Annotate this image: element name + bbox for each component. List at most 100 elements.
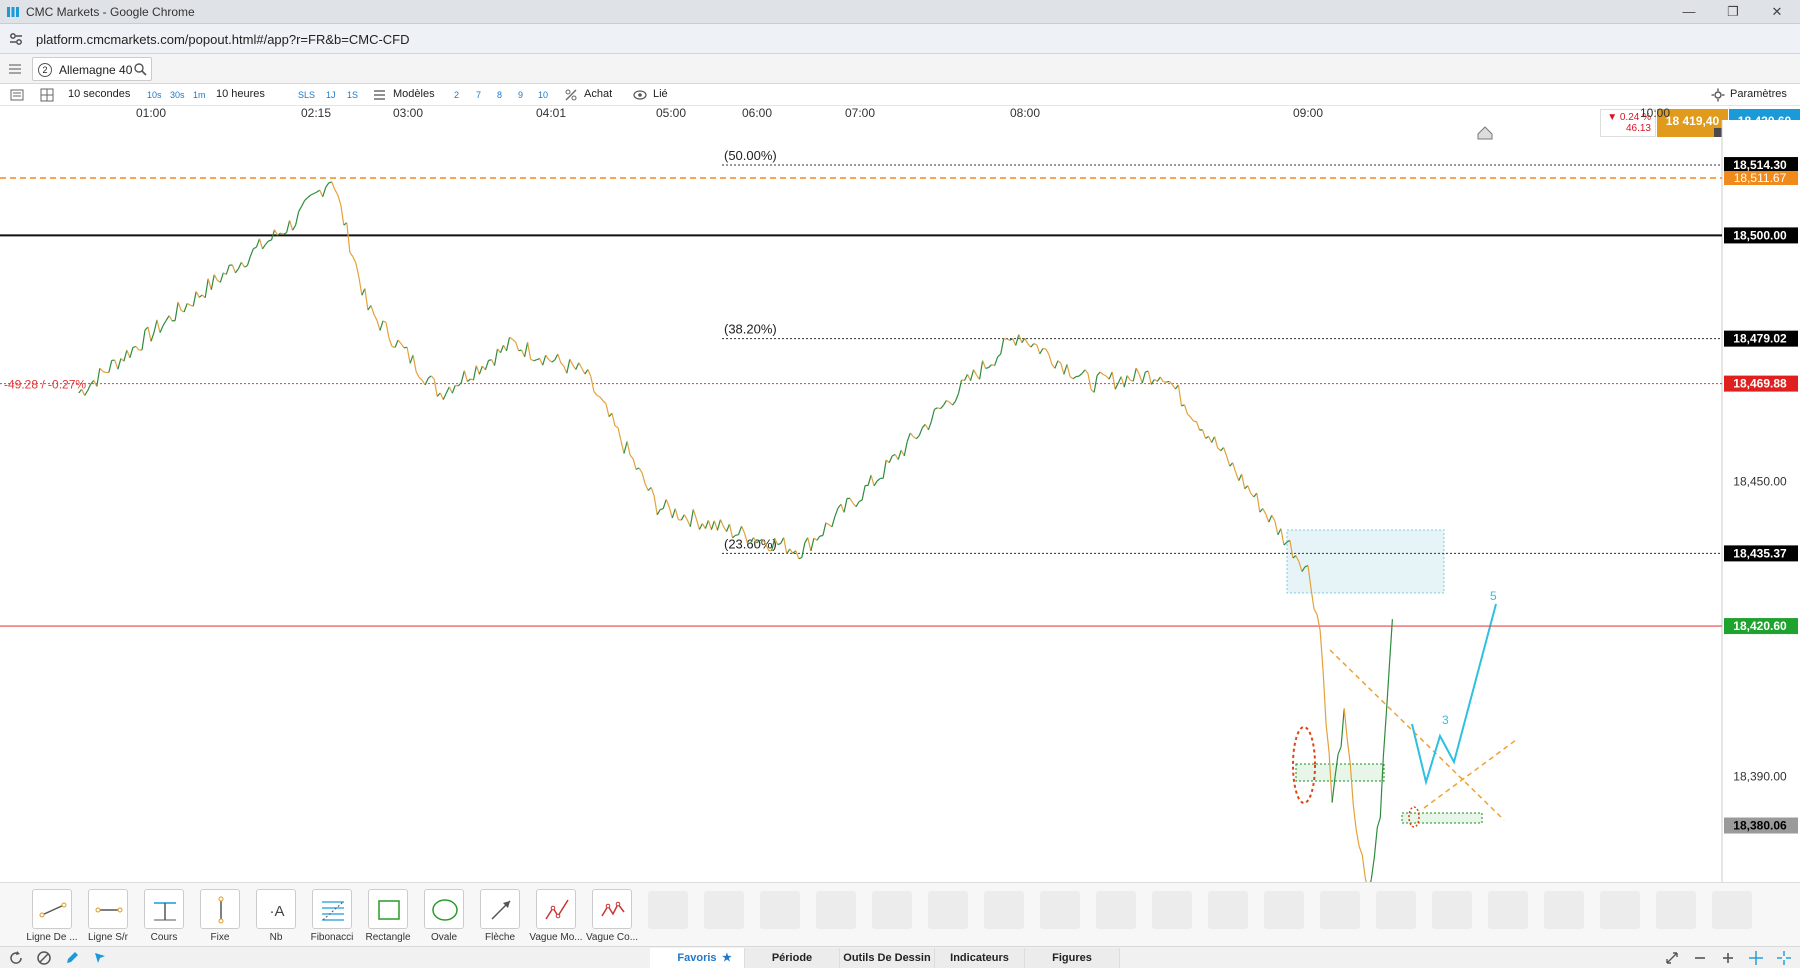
settings-button[interactable]: Paramètres — [1730, 88, 1787, 100]
gear-icon[interactable] — [1711, 88, 1725, 102]
price-segment — [735, 534, 739, 536]
minimize-button[interactable]: — — [1674, 2, 1704, 22]
tool-fibonacci[interactable]: Fibonacci — [304, 889, 356, 945]
price-segment — [1063, 364, 1068, 375]
quick-interval-1m[interactable]: 1m — [193, 90, 206, 100]
templates-icon[interactable] — [373, 89, 386, 101]
tool-fixed-line[interactable]: Fixe — [192, 889, 244, 945]
quick-interval-10s[interactable]: 10s — [147, 90, 162, 100]
price-segment — [979, 360, 984, 380]
linked-button[interactable]: Lié — [653, 88, 668, 100]
instrument-tab[interactable]: 2 Allemagne 40 — [32, 57, 152, 81]
tool-sr-line[interactable]: Ligne S/r — [80, 889, 132, 945]
price-segment — [807, 537, 812, 552]
tool-oval[interactable]: Ovale — [416, 889, 468, 945]
tool-arrow[interactable]: Flèche — [472, 889, 524, 945]
buy-scale-icon[interactable] — [564, 88, 578, 102]
template-slot-2[interactable]: 2 — [454, 90, 459, 100]
range-select[interactable]: 10 heures — [216, 88, 265, 100]
empty-tool-slot[interactable] — [984, 891, 1024, 929]
tab-drawing-tools[interactable]: Outils De Dessin — [840, 948, 935, 968]
refresh-icon[interactable] — [8, 950, 24, 966]
template-slot-7[interactable]: 7 — [476, 90, 481, 100]
close-button[interactable]: ✕ — [1762, 2, 1792, 22]
price-segment — [102, 370, 107, 374]
svg-text:·A: ·A — [270, 903, 285, 920]
price-segment — [825, 522, 830, 526]
empty-tool-slot[interactable] — [1208, 891, 1248, 929]
url-field[interactable]: platform.cmcmarkets.com/popout.html#/app… — [36, 32, 410, 47]
empty-tool-slot[interactable] — [1320, 891, 1360, 929]
empty-tool-slot[interactable] — [928, 891, 968, 929]
empty-tool-slot[interactable] — [1264, 891, 1304, 929]
tab-favorites[interactable]: Favoris ★ — [650, 948, 745, 968]
empty-tool-slot[interactable] — [1488, 891, 1528, 929]
empty-tool-slot[interactable] — [1712, 891, 1752, 929]
empty-tool-slot[interactable] — [1544, 891, 1584, 929]
restore-button[interactable]: ❐ — [1718, 2, 1748, 22]
layout-grid-icon[interactable] — [40, 88, 54, 102]
site-settings-icon[interactable] — [8, 31, 24, 47]
elliott-wave-line[interactable] — [1411, 603, 1497, 786]
template-slot-10[interactable]: 10 — [538, 90, 548, 100]
tool-label: Ligne S/r — [87, 932, 129, 943]
empty-tool-slot[interactable] — [760, 891, 800, 929]
tool-price-line[interactable]: Cours — [136, 889, 188, 945]
empty-tool-slot[interactable] — [1040, 891, 1080, 929]
empty-tool-slot[interactable] — [1152, 891, 1192, 929]
quick-range-sls[interactable]: SLS — [298, 90, 315, 100]
quick-range-1s[interactable]: 1S — [347, 90, 358, 100]
empty-tool-slot[interactable] — [1376, 891, 1416, 929]
tab-period[interactable]: Période — [745, 948, 840, 968]
tool-text-note[interactable]: ·A Nb — [248, 889, 300, 945]
quick-range-1j[interactable]: 1J — [326, 90, 336, 100]
empty-tool-slot[interactable] — [816, 891, 856, 929]
tool-motive-wave[interactable]: Vague Mo... — [528, 889, 583, 945]
template-slot-9[interactable]: 9 — [518, 90, 523, 100]
price-segment — [1045, 348, 1050, 355]
price-segment — [1060, 363, 1065, 375]
support-zone-rect[interactable] — [1401, 812, 1483, 824]
price-segment — [1015, 334, 1020, 346]
tab-figures[interactable]: Figures — [1025, 948, 1120, 968]
price-segment — [427, 375, 432, 379]
tool-corrective-wave[interactable]: Vague Co... — [584, 889, 638, 945]
chart-canvas[interactable]: (50.00%)(38.20%)(23.60%)(0.00%)-49.28 / … — [0, 120, 1800, 882]
interval-select[interactable]: 10 secondes — [68, 88, 130, 100]
eye-icon[interactable] — [633, 89, 647, 101]
cursor-arrows-icon[interactable] — [92, 950, 108, 966]
price-segment — [379, 320, 384, 331]
cmc-app-icon — [7, 7, 19, 17]
empty-tool-slot[interactable] — [704, 891, 744, 929]
empty-tool-slot[interactable] — [1600, 891, 1640, 929]
buy-button[interactable]: Achat — [584, 88, 612, 100]
pencil-icon[interactable] — [64, 950, 80, 966]
template-slot-8[interactable]: 8 — [497, 90, 502, 100]
trend-line-orange[interactable] — [1423, 739, 1517, 809]
hamburger-menu-icon[interactable] — [6, 61, 24, 77]
support-zone-rect[interactable] — [1295, 763, 1385, 782]
tab-indicators[interactable]: Indicateurs — [935, 948, 1025, 968]
tool-rectangle[interactable]: Rectangle — [360, 889, 412, 945]
scroll-marker-icon[interactable] — [1477, 126, 1493, 140]
empty-tool-slot[interactable] — [1656, 891, 1696, 929]
zoom-out-icon[interactable] — [1692, 950, 1708, 966]
tool-trend-line[interactable]: Ligne De ... — [24, 889, 78, 945]
crosshair-icon[interactable] — [1748, 950, 1764, 966]
search-icon[interactable] — [133, 62, 147, 76]
zoom-in-icon[interactable] — [1720, 950, 1736, 966]
crosshair-split-icon[interactable] — [1776, 950, 1792, 966]
price-segment — [313, 191, 317, 195]
price-axis-label: 18,500.00 — [1733, 228, 1787, 242]
empty-tool-slot[interactable] — [1432, 891, 1472, 929]
price-chart[interactable]: (50.00%)(38.20%)(23.60%)(0.00%)-49.28 / … — [0, 120, 1800, 882]
templates-button[interactable]: Modèles — [393, 88, 435, 100]
no-entry-icon[interactable] — [36, 950, 52, 966]
empty-tool-slot[interactable] — [1096, 891, 1136, 929]
empty-tool-slot[interactable] — [872, 891, 912, 929]
empty-tool-slot[interactable] — [648, 891, 688, 929]
list-view-icon[interactable] — [10, 88, 24, 102]
quick-interval-30s[interactable]: 30s — [170, 90, 185, 100]
price-segment — [614, 425, 619, 429]
fit-screen-icon[interactable] — [1664, 950, 1680, 966]
